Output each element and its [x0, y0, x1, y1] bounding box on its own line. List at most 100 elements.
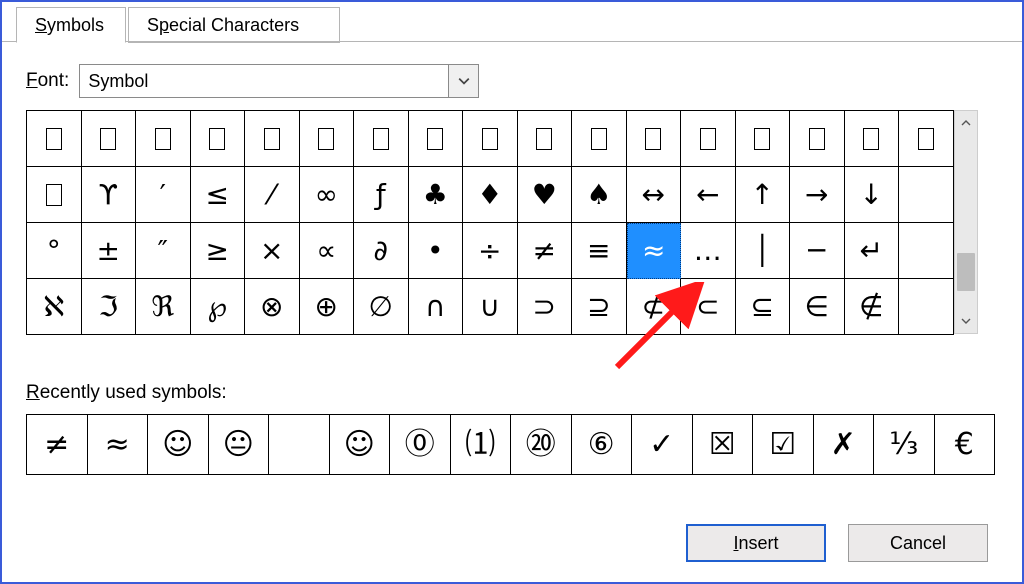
- symbol-cell[interactable]: …: [681, 223, 736, 279]
- font-combobox[interactable]: [79, 64, 479, 98]
- symbol-cell[interactable]: ℘: [191, 279, 246, 335]
- symbol-cell[interactable]: ∞: [300, 167, 355, 223]
- chevron-up-icon: [961, 118, 971, 128]
- symbol-cell[interactable]: ♠: [572, 167, 627, 223]
- scroll-down-button[interactable]: [955, 309, 977, 333]
- symbol-cell[interactable]: [300, 111, 355, 167]
- symbol-cell[interactable]: ⊗: [245, 279, 300, 335]
- symbol-cell[interactable]: ∉: [845, 279, 900, 335]
- symbol-cell[interactable]: ♥: [518, 167, 573, 223]
- symbol-cell[interactable]: ×: [245, 223, 300, 279]
- symbol-cell[interactable]: [518, 111, 573, 167]
- symbol-cell[interactable]: ⊃: [518, 279, 573, 335]
- recent-symbol-cell[interactable]: ☑: [753, 415, 814, 475]
- symbol-cell[interactable]: ∪: [463, 279, 518, 335]
- symbol-cell[interactable]: ÷: [463, 223, 518, 279]
- recent-symbol-cell[interactable]: ⑥: [572, 415, 633, 475]
- symbol-cell[interactable]: ♣: [409, 167, 464, 223]
- recent-symbol-cell[interactable]: ☒: [693, 415, 754, 475]
- symbol-cell[interactable]: ⊕: [300, 279, 355, 335]
- symbol-cell[interactable]: ∝: [300, 223, 355, 279]
- symbol-cell[interactable]: ⊂: [681, 279, 736, 335]
- symbol-cell[interactable]: ♦: [463, 167, 518, 223]
- symbol-cell[interactable]: [245, 111, 300, 167]
- symbol-cell[interactable]: ⊄: [627, 279, 682, 335]
- symbol-cell[interactable]: [790, 111, 845, 167]
- recent-symbol-cell[interactable]: ⑴: [451, 415, 512, 475]
- recent-symbol-cell[interactable]: ✓: [632, 415, 693, 475]
- font-input[interactable]: [80, 65, 448, 97]
- symbol-cell[interactable]: ←: [681, 167, 736, 223]
- symbol-cell[interactable]: [572, 111, 627, 167]
- symbol-cell[interactable]: ′: [136, 167, 191, 223]
- symbol-cell[interactable]: [191, 111, 246, 167]
- symbol-cell[interactable]: ∩: [409, 279, 464, 335]
- recent-symbol-cell[interactable]: ⓪: [390, 415, 451, 475]
- symbol-cell[interactable]: [736, 111, 791, 167]
- symbol-cell[interactable]: [899, 111, 954, 167]
- symbol-cell[interactable]: [627, 111, 682, 167]
- symbol-cell[interactable]: ϒ: [82, 167, 137, 223]
- symbol-cell[interactable]: [409, 111, 464, 167]
- symbol-cell[interactable]: ⁄: [245, 167, 300, 223]
- symbol-cell[interactable]: [899, 223, 954, 279]
- symbol-cell[interactable]: │: [736, 223, 791, 279]
- recent-symbol-cell[interactable]: ⅓: [874, 415, 935, 475]
- font-dropdown-button[interactable]: [448, 65, 478, 97]
- symbol-cell[interactable]: ≈: [627, 223, 682, 279]
- recent-symbol-cell[interactable]: ≠: [27, 415, 88, 475]
- symbol-cell[interactable]: ″: [136, 223, 191, 279]
- symbol-cell[interactable]: [82, 111, 137, 167]
- symbol-cell[interactable]: ↵: [845, 223, 900, 279]
- symbol-cell[interactable]: ⊇: [572, 279, 627, 335]
- symbol-cell[interactable]: [899, 167, 954, 223]
- symbol-cell[interactable]: °: [27, 223, 82, 279]
- symbol-cell[interactable]: [463, 111, 518, 167]
- symbol-cell[interactable]: [136, 111, 191, 167]
- symbol-cell[interactable]: [354, 111, 409, 167]
- symbol-cell[interactable]: ∈: [790, 279, 845, 335]
- symbol-cell[interactable]: •: [409, 223, 464, 279]
- symbol-cell[interactable]: [899, 279, 954, 335]
- symbol-cell[interactable]: ∅: [354, 279, 409, 335]
- recent-symbol-cell[interactable]: €: [935, 415, 996, 475]
- symbol-cell[interactable]: ↑: [736, 167, 791, 223]
- symbol-cell[interactable]: ≡: [572, 223, 627, 279]
- scrollbar[interactable]: [954, 110, 978, 334]
- symbol-cell[interactable]: ⊆: [736, 279, 791, 335]
- symbol-cell[interactable]: [27, 167, 82, 223]
- symbol-cell[interactable]: ≥: [191, 223, 246, 279]
- recent-symbol-cell[interactable]: 😐: [209, 415, 270, 475]
- recent-symbol-cell[interactable]: ☺: [148, 415, 209, 475]
- recent-symbol-cell[interactable]: ☺: [330, 415, 391, 475]
- symbol-cell[interactable]: →: [790, 167, 845, 223]
- symbol-cell[interactable]: [27, 111, 82, 167]
- symbol-cell[interactable]: ℑ: [82, 279, 137, 335]
- symbol-cell[interactable]: ─: [790, 223, 845, 279]
- symbol-cell[interactable]: [681, 111, 736, 167]
- scroll-thumb[interactable]: [957, 253, 975, 291]
- symbol-cell[interactable]: ↔: [627, 167, 682, 223]
- recent-symbol-cell[interactable]: ≈: [88, 415, 149, 475]
- recent-symbol-cell[interactable]: [269, 415, 330, 475]
- recent-symbol-cell[interactable]: ✗: [814, 415, 875, 475]
- recent-symbol-cell[interactable]: ⑳: [511, 415, 572, 475]
- recently-used-grid: ≠≈☺😐☺⓪⑴⑳⑥✓☒☑✗⅓€: [26, 414, 995, 475]
- symbol-dialog: Symbols Special Characters Font: ϒ′≤⁄∞ƒ♣…: [0, 0, 1024, 584]
- symbol-cell[interactable]: ƒ: [354, 167, 409, 223]
- symbol-cell[interactable]: ℜ: [136, 279, 191, 335]
- font-row: Font:: [26, 64, 479, 98]
- tab-symbols[interactable]: Symbols: [16, 7, 126, 43]
- cancel-button[interactable]: Cancel: [848, 524, 988, 562]
- tab-strip: Symbols Special Characters: [2, 4, 1022, 42]
- tab-special-characters[interactable]: Special Characters: [128, 7, 340, 43]
- insert-button[interactable]: Insert: [686, 524, 826, 562]
- scroll-up-button[interactable]: [955, 111, 977, 135]
- symbol-cell[interactable]: ≤: [191, 167, 246, 223]
- symbol-cell[interactable]: [845, 111, 900, 167]
- symbol-cell[interactable]: ↓: [845, 167, 900, 223]
- symbol-cell[interactable]: ℵ: [27, 279, 82, 335]
- symbol-cell[interactable]: ∂: [354, 223, 409, 279]
- symbol-cell[interactable]: ±: [82, 223, 137, 279]
- symbol-cell[interactable]: ≠: [518, 223, 573, 279]
